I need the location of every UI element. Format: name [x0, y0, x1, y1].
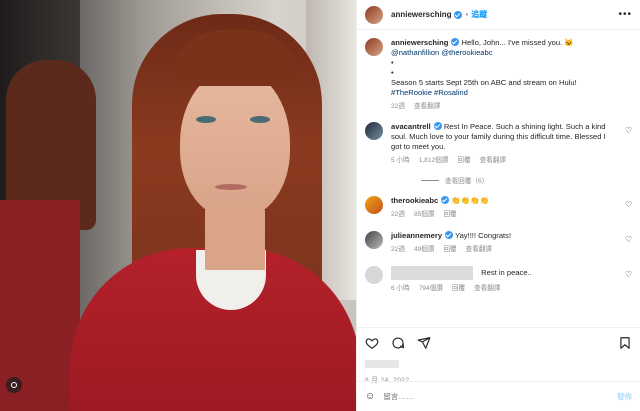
verified-badge-icon [445, 231, 454, 239]
comment-time[interactable]: 22週 [391, 245, 405, 255]
comment-input[interactable] [383, 392, 617, 401]
comment-username[interactable]: avacantrell [391, 122, 431, 131]
comment-composer: ☺ 發佈 [357, 381, 640, 411]
comment-likes[interactable]: 85個讚 [414, 210, 435, 220]
likes-count-redacted [365, 360, 399, 368]
comment-text: 👏👏👏👏 [451, 196, 490, 205]
redacted-username [391, 266, 473, 280]
instagram-post-viewer: anniewersching • 追蹤 ••• anniewersching H… [0, 0, 640, 411]
comment-item: therookieabc 👏👏👏👏 22週 85個讚 回覆 ♡ [365, 196, 632, 220]
bookmark-icon[interactable] [618, 336, 632, 350]
photo-mouth [215, 184, 247, 190]
caption-dot-2: • [391, 68, 394, 77]
comment-heart-icon[interactable]: ♡ [625, 270, 632, 279]
comment-likes[interactable]: 49個讚 [414, 245, 435, 255]
comment-translate-link[interactable]: 查看翻譯 [466, 245, 492, 255]
comment-item: julieannemery Yay!!!! Congrats! 22週 49個讚… [365, 231, 632, 255]
caption-avatar[interactable] [365, 38, 383, 56]
post-comment-button[interactable]: 發佈 [617, 391, 632, 402]
caption-translate-link[interactable]: 查看翻譯 [414, 102, 440, 112]
verified-badge-icon [454, 10, 463, 19]
comment-avatar[interactable] [365, 122, 383, 140]
comment-reply-link[interactable]: 回覆 [443, 210, 456, 220]
view-replies-label: 查看回覆（6） [445, 178, 489, 185]
comment-item: Rest in peace.. 6 小時 794個讚 回覆 查看翻譯 ♡ [365, 266, 632, 294]
comment-avatar[interactable] [365, 196, 383, 214]
caption-line-1: Hello, John... I've missed you. 🐱 [461, 38, 574, 47]
verified-badge-icon [433, 122, 442, 130]
author-username[interactable]: anniewersching [391, 10, 451, 19]
post-photo[interactable] [0, 0, 356, 411]
comments-list[interactable]: anniewersching Hello, John... I've misse… [357, 30, 640, 327]
comment-username[interactable]: therookieabc [391, 196, 438, 205]
share-icon[interactable] [417, 336, 431, 350]
photo-face [180, 68, 290, 218]
view-replies-link[interactable]: 查看回覆（6） [421, 175, 632, 185]
comment-time[interactable]: 5 小時 [391, 156, 410, 166]
verified-badge-icon [441, 196, 450, 204]
comment-avatar[interactable] [365, 266, 383, 284]
comment-translate-link[interactable]: 查看翻譯 [480, 156, 506, 166]
comment-avatar[interactable] [365, 231, 383, 249]
caption-line-4: Season 5 starts Sept 25th on ABC and str… [391, 78, 577, 87]
post-actions: 8 月 24, 2022 ☺ 發佈 [357, 327, 640, 411]
author-avatar[interactable] [365, 5, 383, 24]
comment-heart-icon[interactable]: ♡ [625, 126, 632, 135]
header-separator: • [465, 10, 469, 19]
verified-badge-icon [451, 38, 460, 46]
follow-button[interactable]: 追蹤 [471, 9, 487, 20]
comment-heart-icon[interactable]: ♡ [625, 200, 632, 209]
caption-mentions[interactable]: @nathanfillion @therookieabc [391, 48, 618, 58]
comment-heart-icon[interactable]: ♡ [625, 235, 632, 244]
heart-icon[interactable] [365, 336, 379, 350]
caption: anniewersching Hello, John... I've misse… [365, 38, 632, 112]
comment-reply-link[interactable]: 回覆 [452, 284, 465, 294]
more-options-icon[interactable]: ••• [618, 9, 632, 20]
comment-item: avacantrell Rest In Peace. Such a shinin… [365, 122, 632, 166]
caption-time[interactable]: 22週 [391, 102, 405, 112]
caption-hashtags[interactable]: #TheRookie #Rosalind [391, 88, 618, 98]
comment-translate-link[interactable]: 查看翻譯 [474, 284, 500, 294]
caption-dot-1: • [391, 58, 394, 67]
photo-neck [205, 210, 265, 270]
comment-icon[interactable] [391, 336, 405, 350]
comment-time[interactable]: 22週 [391, 210, 405, 220]
comment-reply-link[interactable]: 回覆 [457, 156, 470, 166]
comment-text: Rest in peace.. [481, 268, 532, 277]
comment-time[interactable]: 6 小時 [391, 284, 410, 294]
post-side-panel: anniewersching • 追蹤 ••• anniewersching H… [356, 0, 640, 411]
post-header: anniewersching • 追蹤 ••• [357, 0, 640, 30]
comment-text: Yay!!!! Congrats! [455, 231, 512, 240]
caption-username[interactable]: anniewersching [391, 38, 448, 47]
photo-eye-left [196, 116, 216, 123]
photo-tag-icon[interactable] [6, 377, 22, 393]
comment-likes[interactable]: 1,812個讚 [419, 156, 449, 166]
comment-username[interactable]: julieannemery [391, 231, 442, 240]
comment-likes[interactable]: 794個讚 [419, 284, 443, 294]
comment-reply-link[interactable]: 回覆 [443, 245, 456, 255]
photo-eye-right [250, 116, 270, 123]
replies-divider [421, 179, 439, 181]
emoji-icon[interactable]: ☺ [365, 391, 375, 402]
